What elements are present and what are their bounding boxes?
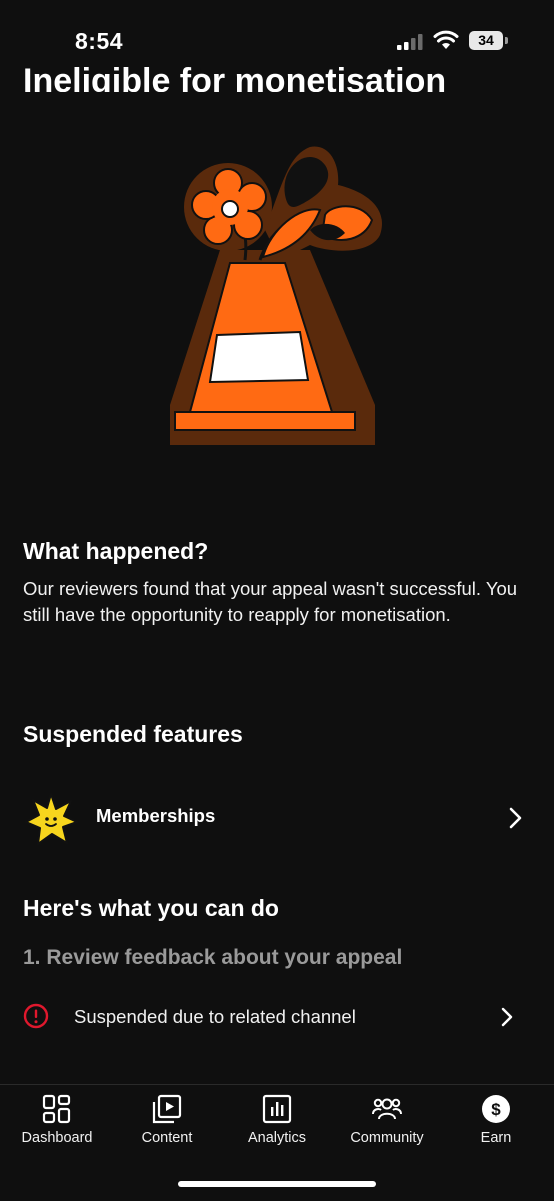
step-1-title: 1. Review feedback about your appeal [23,946,403,969]
nav-dashboard[interactable]: Dashboard [2,1085,112,1155]
status-time: 8:54 [75,28,124,54]
analytics-icon [262,1094,292,1124]
signal-icon [397,34,423,50]
chevron-right-icon [501,1007,513,1027]
nav-analytics-label: Analytics [247,1130,307,1146]
what-you-can-do-heading: Here's what you can do [23,895,279,921]
memberships-label: Memberships [96,805,216,826]
suspended-related-channel-label: Suspended due to related channel [74,1006,356,1027]
home-indicator [178,1181,376,1187]
nav-analytics[interactable]: Analytics [222,1085,332,1155]
nav-earn-label: Earn [480,1130,512,1146]
memberships-feature-row[interactable]: Memberships [0,785,554,847]
wifi-icon [433,30,459,49]
earn-icon: $ [482,1095,510,1123]
battery-icon: 34 [469,31,503,50]
what-happened-body: Our reviewers found that your appeal was… [23,578,518,625]
nav-community-label: Community [350,1130,424,1146]
suspended-related-channel-row[interactable]: Suspended due to related channel [0,995,554,1039]
nav-content[interactable]: Content [112,1085,222,1155]
dashboard-icon [42,1094,71,1124]
nav-earn[interactable]: $ Earn [441,1085,551,1155]
page-title: Ineligible for monetisation [23,62,447,92]
traffic-cone-illustration [170,146,382,445]
star-icon [25,793,78,845]
alert-circle-icon [23,1003,49,1029]
svg-text:$: $ [491,1100,501,1119]
what-happened-heading: What happened? [23,538,209,564]
content-icon [152,1094,182,1124]
nav-dashboard-label: Dashboard [21,1130,93,1146]
page-title-container: Ineligible for monetisation [0,54,554,92]
nav-content-label: Content [141,1130,193,1146]
suspended-features-heading: Suspended features [23,721,243,747]
nav-community[interactable]: Community [332,1085,442,1155]
battery-tip [505,37,508,44]
chevron-right-icon [509,807,522,829]
community-icon [372,1098,402,1120]
